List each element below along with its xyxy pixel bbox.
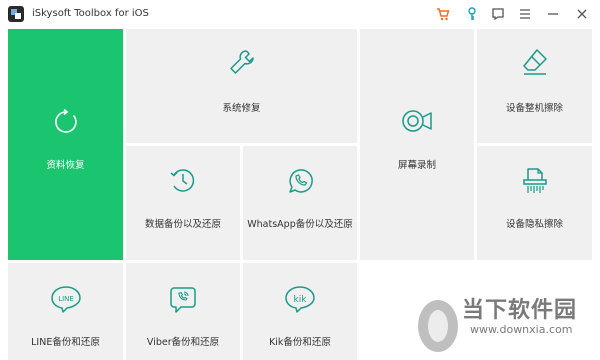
tile-data-backup[interactable]: 数据备份以及还原 [126, 146, 240, 260]
tile-system-repair[interactable]: 系统修复 [126, 29, 357, 143]
title-bar: iSkysoft Toolbox for iOS [0, 0, 600, 28]
wrench-icon [229, 50, 254, 74]
menu-icon[interactable] [517, 6, 533, 22]
tile-label: Kik备份和还原 [269, 337, 331, 348]
tile-label: 设备隐私擦除 [505, 219, 563, 230]
line-icon: LINE [50, 286, 81, 313]
tile-label: LINE备份和还原 [31, 337, 100, 348]
tile-label: 设备整机擦除 [505, 103, 563, 114]
eraser-icon [522, 49, 547, 75]
tile-label: 资料恢复 [46, 160, 85, 171]
tile-label: 系统修复 [222, 103, 261, 114]
tile-viber-backup[interactable]: Viber备份和还原 [126, 263, 240, 360]
feedback-icon[interactable] [490, 6, 506, 22]
tile-label: 数据备份以及还原 [144, 219, 221, 230]
screen-record-icon [402, 110, 432, 132]
tile-whatsapp-backup[interactable]: WhatsApp备份以及还原 [243, 146, 357, 260]
svg-text:kik: kik [294, 295, 308, 305]
tile-data-recovery[interactable]: 资料恢复 [8, 29, 123, 260]
tile-label: Viber备份和还原 [146, 337, 220, 348]
tile-line-backup[interactable]: LINE LINE备份和还原 [8, 263, 123, 360]
watermark-url: www.downxia.com [470, 323, 573, 336]
minimize-icon[interactable] [545, 6, 561, 22]
viber-icon [170, 287, 196, 313]
close-icon[interactable] [574, 6, 590, 22]
clock-icon [170, 169, 195, 192]
tile-label: WhatsApp备份以及还原 [247, 219, 353, 230]
window-title: iSkysoft Toolbox for iOS [32, 8, 149, 19]
svg-text:LINE: LINE [58, 295, 74, 303]
watermark-text: 当下软件园 [462, 298, 578, 323]
app-logo-icon [8, 6, 24, 22]
kik-icon: kik [285, 286, 315, 313]
tile-full-erase[interactable]: 设备整机擦除 [477, 29, 592, 143]
key-icon[interactable] [464, 6, 480, 22]
tile-label: 屏幕录制 [397, 160, 436, 171]
tile-private-erase[interactable]: 设备隐私擦除 [477, 146, 592, 260]
tile-kik-backup[interactable]: kik Kik备份和还原 [243, 263, 357, 360]
cart-icon[interactable] [435, 6, 451, 22]
recovery-icon [54, 108, 77, 133]
shredder-icon [522, 168, 547, 193]
tile-screen-recorder[interactable]: 屏幕录制 [360, 29, 474, 260]
app-window: iSkysoft Toolbox for iOS 资料恢复 系统修复 屏幕录制 … [0, 0, 600, 360]
whatsapp-icon [289, 169, 313, 193]
